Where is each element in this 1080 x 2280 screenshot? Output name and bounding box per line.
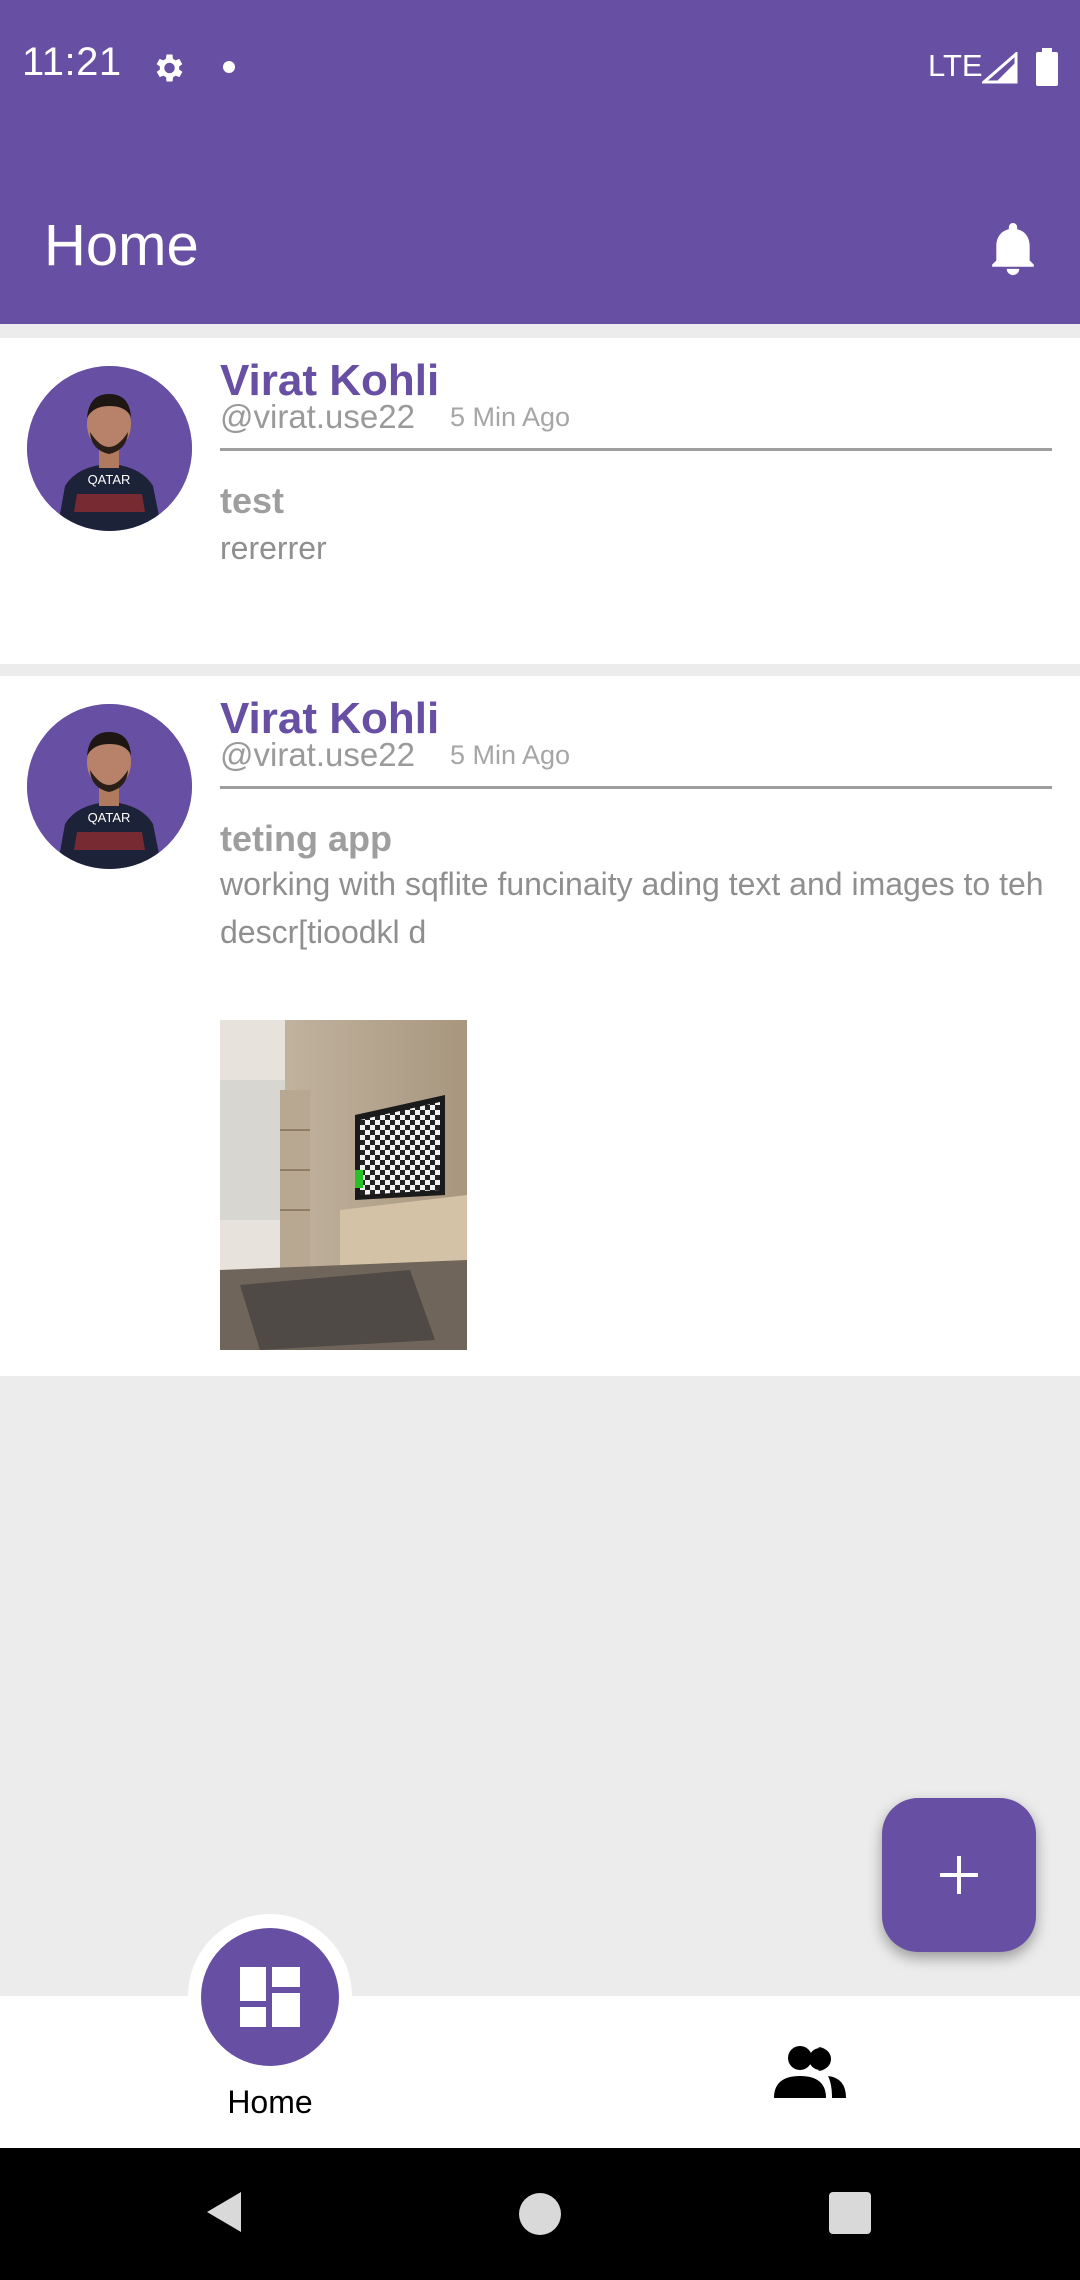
plus-icon xyxy=(940,1856,978,1894)
system-navigation-bar xyxy=(0,2148,1080,2280)
avatar-jersey-text: QATAR xyxy=(88,810,131,825)
post-divider xyxy=(220,786,1052,789)
post-title: teting app xyxy=(220,818,392,859)
bottom-navigation xyxy=(0,1996,1080,2148)
post-description: rererrer xyxy=(220,530,327,566)
post-timestamp: 5 Min Ago xyxy=(450,740,571,770)
avatar[interactable]: QATAR xyxy=(27,366,192,531)
post-divider xyxy=(220,448,1052,451)
avatar[interactable]: QATAR xyxy=(27,704,192,869)
back-icon[interactable] xyxy=(205,2190,245,2234)
recent-apps-icon[interactable] xyxy=(829,2192,871,2234)
network-type: LTE xyxy=(928,48,983,83)
nav-home-button[interactable] xyxy=(201,1928,339,2066)
notification-dot-icon xyxy=(223,61,235,73)
battery-icon xyxy=(1036,48,1058,86)
notifications-bell-icon[interactable] xyxy=(988,220,1038,276)
add-post-button[interactable] xyxy=(882,1798,1036,1952)
post-author-handle: @virat.use22 xyxy=(220,398,415,435)
post-card[interactable]: QATAR Virat Kohli @virat.use22 5 Min Ago… xyxy=(0,676,1080,1376)
post-image[interactable] xyxy=(220,1020,467,1350)
post-description: working with sqflite funcinaity ading te… xyxy=(220,866,1044,950)
post-card[interactable]: QATAR Virat Kohli @virat.use22 5 Min Ago… xyxy=(0,338,1080,664)
post-author-handle: @virat.use22 xyxy=(220,736,415,773)
settings-gear-icon xyxy=(156,54,183,82)
dashboard-icon xyxy=(240,1967,300,2027)
signal-icon xyxy=(982,52,1018,84)
page-title: Home xyxy=(44,213,199,278)
nav-home-label[interactable]: Home xyxy=(150,2084,390,2121)
people-icon[interactable] xyxy=(772,2044,846,2098)
post-title: test xyxy=(220,480,285,521)
post-timestamp: 5 Min Ago xyxy=(450,402,571,432)
app-header: 11:21 LTE Home xyxy=(0,0,1080,324)
status-bar: 11:21 LTE xyxy=(0,0,1080,136)
home-circle-icon[interactable] xyxy=(519,2193,561,2235)
status-time: 11:21 xyxy=(22,40,122,84)
avatar-jersey-text: QATAR xyxy=(88,472,131,487)
